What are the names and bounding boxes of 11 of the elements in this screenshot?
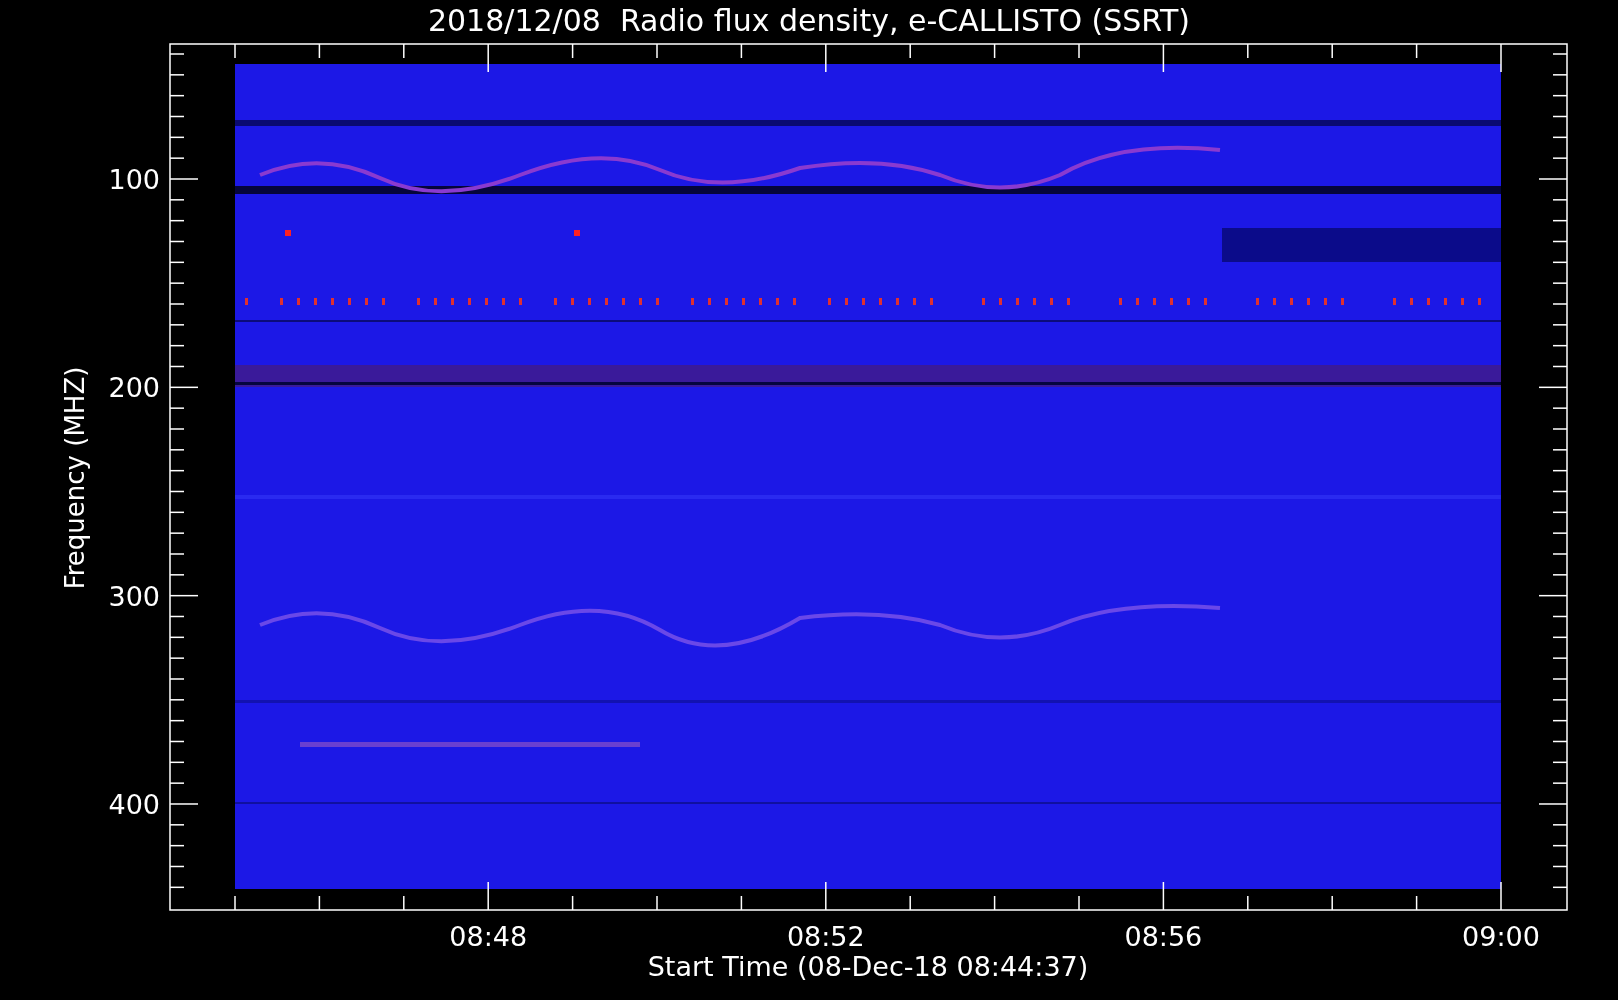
chart-title: 2018/12/08 Radio flux density, e-CALLISTO (SSRT) [427,6,1191,36]
y-tick-label: 100 [108,164,160,195]
y-tick-label: 400 [108,789,160,820]
x-tick-label: 09:00 [1462,921,1540,952]
x-tick-label: 08:56 [1124,921,1203,952]
x-axis-label: Start Time (08-Dec-18 08:44:37) [647,951,1089,982]
y-tick-label: 300 [108,580,160,612]
y-tick-label: 200 [108,372,160,404]
x-tick-label: 08:52 [786,921,865,952]
y-axis-label: Frequency (MHZ) [60,366,90,590]
x-tick-label: 08:48 [449,921,528,952]
